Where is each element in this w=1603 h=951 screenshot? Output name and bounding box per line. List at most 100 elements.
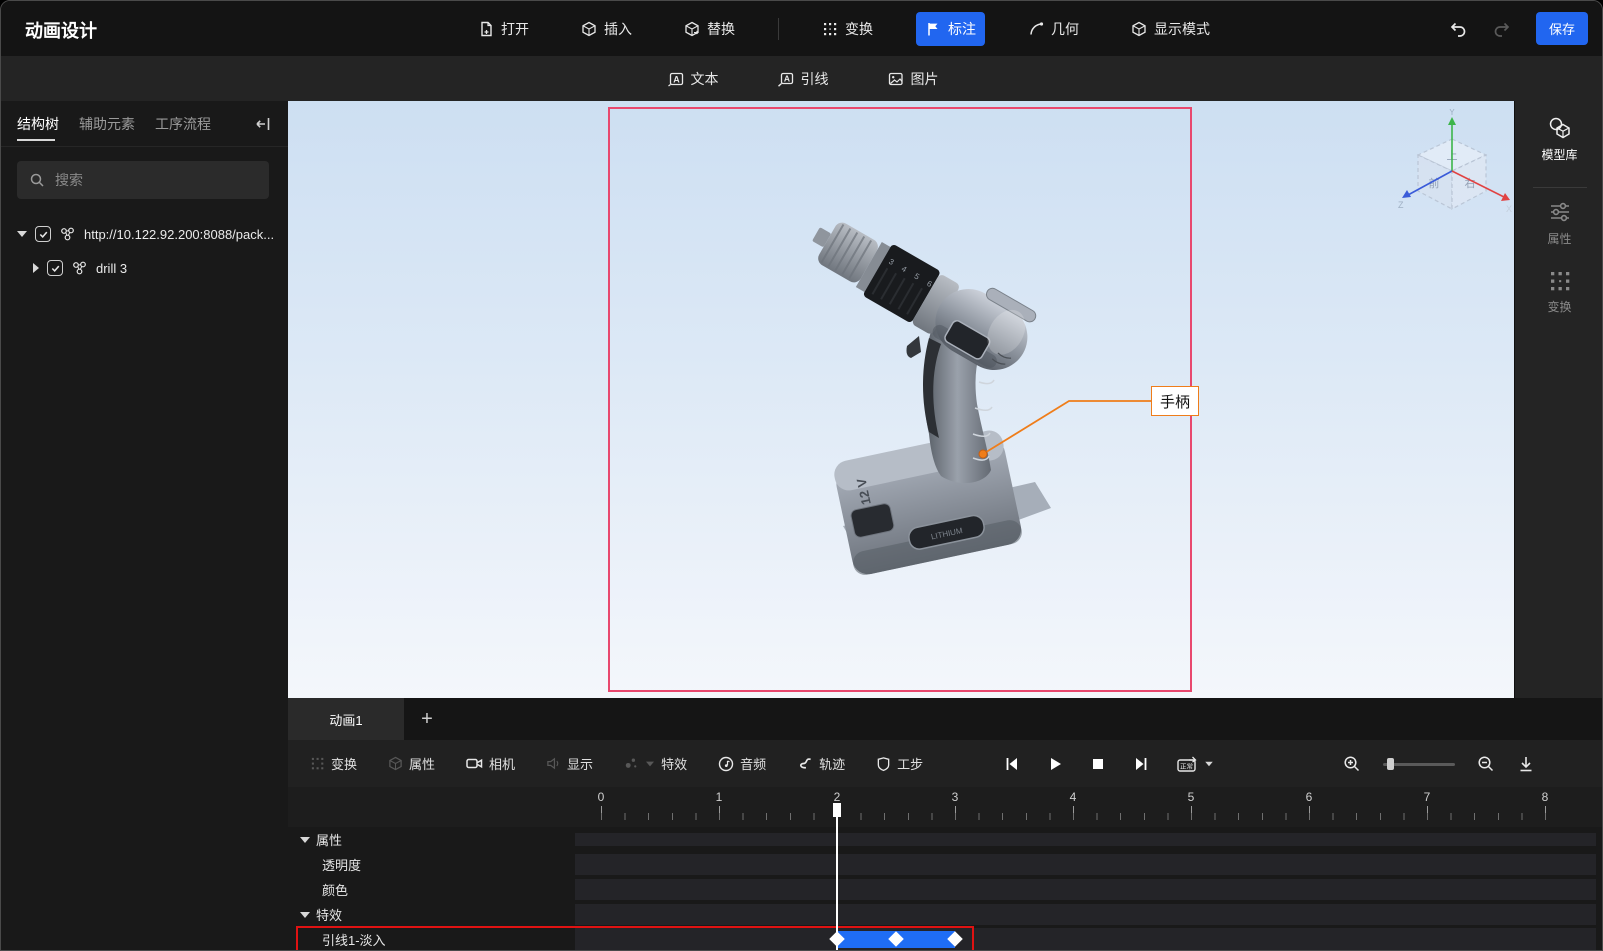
tl-track-label: 轨迹 [819,757,846,772]
viewport-3d[interactable]: LITHIUM 12 V 3 4 5 6 手柄 前 右 Y Z X [288,101,1514,698]
file-open-icon [478,21,494,37]
chevron-down-icon[interactable] [646,761,655,766]
collapse-sidebar-icon[interactable] [254,116,272,132]
stop-button[interactable] [1090,756,1106,772]
tree-item-label[interactable]: drill 3 [96,261,127,276]
checkbox-checked-icon[interactable] [47,260,63,276]
transform-button[interactable]: 变换 [813,12,882,46]
row-opacity[interactable]: 透明度 [288,852,1602,877]
arc-icon [1028,21,1044,37]
row-track[interactable] [575,904,1596,925]
chevron-down-icon[interactable] [1205,761,1213,766]
search-input[interactable] [53,171,257,189]
shield-icon [876,756,891,772]
panel-label: 模型库 [1541,148,1578,162]
timeline-ruler[interactable]: 0 1 2 3 4 5 6 7 8 [288,787,1602,827]
camera-icon [466,756,483,771]
timeline-zoom-controls [1343,740,1535,787]
tl-effects-button[interactable]: 特效 [624,754,687,773]
ruler-label: 6 [1305,790,1313,804]
geometry-button[interactable]: 几何 [1019,12,1088,46]
panel-properties[interactable]: 属性 [1515,199,1602,247]
right-panel-rail: 模型库 属性 变换 [1514,101,1602,698]
sidebar-tabs: 结构树 辅助元素 工序流程 [1,101,288,147]
row-color[interactable]: 颜色 [288,877,1602,902]
playhead-line[interactable] [836,803,838,950]
tl-audio-label: 音频 [740,757,767,772]
tl-camera-button[interactable]: 相机 [466,754,515,773]
row-track[interactable] [575,854,1596,875]
insert-button[interactable]: 插入 [572,12,641,46]
annotate-button[interactable]: 标注 [916,11,985,46]
transform-grid-icon [1548,269,1572,293]
checkbox-checked-icon[interactable] [35,226,51,242]
caret-right-icon[interactable] [33,263,39,273]
animation-tab[interactable]: 动画1 [288,698,404,740]
image-tool-label: 图片 [910,70,939,87]
panel-model-library[interactable]: 模型库 [1515,115,1602,163]
slider-handle[interactable] [1387,757,1394,770]
row-effects-group[interactable]: 特效 [288,902,1602,927]
tl-audio-button[interactable]: 音频 [718,754,766,773]
timeline-zoom-slider[interactable] [1383,757,1455,770]
display-mode-button[interactable]: 显示模式 [1122,12,1219,46]
ruler-label: 5 [1187,790,1195,804]
tl-step-button[interactable]: 工步 [876,754,923,773]
structure-tree: http://10.122.92.200:8088/pack... drill … [1,217,288,285]
image-tool-button[interactable]: 图片 [878,62,948,96]
undo-icon[interactable] [1448,19,1468,39]
ruler-label: 7 [1423,790,1431,804]
add-animation-tab-button[interactable]: + [404,698,450,740]
save-button[interactable]: 保存 [1535,12,1588,45]
svg-text:A: A [783,73,789,83]
playback-controls: 正常 [1004,740,1214,787]
transform-label: 变换 [845,20,873,37]
tl-transform-label: 变换 [331,757,358,772]
tab-structure-tree[interactable]: 结构树 [17,101,59,147]
text-tool-button[interactable]: A 文本 [658,62,728,96]
row-properties-group[interactable]: 属性 [288,827,1602,852]
export-download-icon[interactable] [1517,755,1535,773]
zoom-in-icon[interactable] [1343,755,1361,773]
model-library-icon [1547,115,1573,141]
drill-body: 3 4 5 6 [812,222,1037,370]
tab-auxiliary-elements[interactable]: 辅助元素 [79,101,135,147]
cube-display-icon [1131,21,1147,37]
svg-text:A: A [673,74,680,84]
zoom-out-icon[interactable] [1477,755,1495,773]
tree-item-drill[interactable]: drill 3 [1,251,288,285]
selected-row-outline [296,926,974,950]
tab-process-flow[interactable]: 工序流程 [155,101,211,147]
replace-label: 替换 [707,20,735,37]
caret-down-icon[interactable] [300,911,310,918]
tl-property-label: 属性 [409,757,436,772]
caret-down-icon[interactable] [17,231,27,237]
drill-model[interactable]: LITHIUM 12 V 3 4 5 6 [783,176,1093,596]
leader-tool-button[interactable]: A 引线 [768,62,838,96]
redo-icon[interactable] [1492,19,1512,39]
annotation-label[interactable]: 手柄 [1151,386,1199,416]
tl-display-button[interactable]: 显示 [546,754,593,773]
row-track[interactable] [575,879,1596,900]
step-backward-button[interactable] [1004,756,1020,772]
step-forward-button[interactable] [1133,756,1149,772]
row-track[interactable] [575,833,1596,846]
tl-property-button[interactable]: 属性 [388,754,435,773]
search-box[interactable] [17,161,269,199]
tree-item-label[interactable]: http://10.122.92.200:8088/pack... [84,227,274,242]
play-mode-button[interactable]: 正常 [1176,755,1214,773]
annotate-flag-icon [925,21,941,37]
view-cube[interactable]: 上 前 右 Y Z X [1388,109,1514,227]
ruler-label: 1 [715,790,723,804]
row-label: 特效 [316,908,343,923]
tree-item-package[interactable]: http://10.122.92.200:8088/pack... [1,217,288,251]
play-button[interactable] [1047,756,1063,772]
tl-track-button[interactable]: 轨迹 [797,754,845,773]
leader-line [978,400,1156,459]
replace-button[interactable]: 替换 [675,12,744,46]
tl-transform-button[interactable]: 变换 [310,754,357,773]
caret-down-icon[interactable] [300,836,310,843]
panel-transform[interactable]: 变换 [1515,269,1602,315]
open-button[interactable]: 打开 [469,12,538,46]
assembly-icon [59,226,76,242]
